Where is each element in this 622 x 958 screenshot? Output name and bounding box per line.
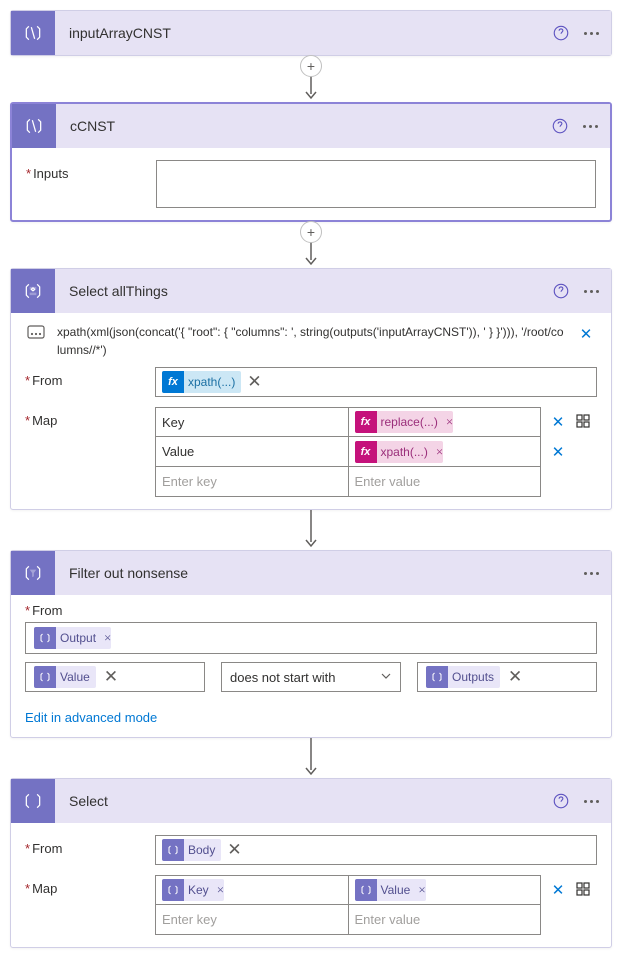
map-key-cell[interactable]: Value [155, 437, 349, 467]
fx-token-xpath[interactable]: fxxpath(...)× [355, 441, 444, 463]
advanced-mode-link[interactable]: Edit in advanced mode [11, 706, 171, 737]
card-title: cCNST [56, 118, 546, 134]
var-token-key[interactable]: Key× [162, 879, 224, 901]
fx-token-xpath[interactable]: fxxpath(...) [162, 371, 241, 393]
var-token-body[interactable]: Body [162, 839, 221, 861]
arrow-down-icon [303, 242, 319, 268]
from-field[interactable]: Output× [25, 622, 597, 654]
map-key-cell[interactable]: Key× [155, 875, 349, 905]
select-icon [11, 269, 55, 313]
help-icon[interactable] [546, 112, 574, 140]
inputs-field[interactable] [156, 160, 596, 208]
from-field[interactable]: fxxpath(...) ✕ [155, 367, 597, 397]
var-token-value[interactable]: Value× [355, 879, 426, 901]
action-card-select-allThings[interactable]: Select allThings xpath(xml(json(concat('… [10, 268, 612, 510]
filter-right-field[interactable]: Outputs ✕ [417, 662, 597, 692]
from-field[interactable]: Body ✕ [155, 835, 597, 865]
var-token-output[interactable]: Output× [34, 627, 111, 649]
more-menu[interactable] [577, 19, 605, 47]
remove-token-icon[interactable]: × [418, 882, 425, 898]
compose-icon [11, 11, 55, 55]
map-key-cell[interactable]: Key [155, 407, 349, 437]
var-token-value[interactable]: Value [34, 666, 96, 688]
more-menu[interactable] [577, 559, 605, 587]
card-title: Select allThings [55, 283, 547, 299]
help-icon[interactable] [547, 787, 575, 815]
expression-preview: xpath(xml(json(concat('{ "root": { "colu… [57, 323, 565, 359]
delete-row-icon[interactable]: ✕ [547, 879, 569, 901]
chevron-down-icon [380, 670, 392, 685]
more-menu[interactable] [577, 787, 605, 815]
from-label: From [25, 367, 155, 388]
clear-icon[interactable]: ✕ [508, 667, 522, 687]
card-title: inputArrayCNST [55, 25, 547, 41]
filter-operator-select[interactable]: does not start with [221, 662, 401, 692]
add-step-button[interactable]: + [300, 55, 322, 77]
clear-icon[interactable]: ✕ [247, 372, 261, 392]
card-title: Select [55, 793, 547, 809]
select-icon [11, 779, 55, 823]
map-value-cell[interactable]: Value× [349, 875, 542, 905]
from-label: From [25, 603, 62, 618]
from-label: From [25, 835, 155, 856]
delete-row-icon[interactable]: ✕ [547, 441, 569, 463]
var-token-outputs[interactable]: Outputs [426, 666, 500, 688]
map-label: Map [25, 407, 155, 428]
switch-mode-icon[interactable] [575, 881, 591, 900]
clear-icon[interactable]: ✕ [104, 667, 118, 687]
remove-token-icon[interactable]: × [104, 630, 111, 646]
card-title: Filter out nonsense [55, 565, 577, 581]
help-icon[interactable] [547, 19, 575, 47]
remove-token-icon[interactable]: × [446, 414, 453, 430]
filter-left-field[interactable]: Value ✕ [25, 662, 205, 692]
more-menu[interactable] [577, 277, 605, 305]
map-label: Map [25, 875, 155, 896]
delete-row-icon[interactable]: ✕ [547, 411, 569, 433]
action-card-select[interactable]: Select From Body ✕ Map Key× Value× [10, 778, 612, 948]
map-value-cell[interactable]: Enter value [349, 467, 542, 497]
add-step-button[interactable]: + [300, 221, 322, 243]
filter-icon [11, 551, 55, 595]
action-card-filter-nonsense[interactable]: Filter out nonsense From Output× Value ✕… [10, 550, 612, 738]
arrow-down-icon [303, 510, 319, 550]
arrow-down-icon [303, 738, 319, 778]
map-value-cell[interactable]: fxxpath(...)× [349, 437, 542, 467]
remove-token-icon[interactable]: × [217, 882, 224, 898]
arrow-down-icon [303, 76, 319, 102]
inputs-label: Inputs [26, 160, 156, 181]
compose-icon [12, 104, 56, 148]
map-key-cell[interactable]: Enter key [155, 905, 349, 935]
remove-token-icon[interactable]: × [436, 444, 443, 460]
action-card-inputArrayCNST[interactable]: inputArrayCNST [10, 10, 612, 56]
clear-icon[interactable]: ✕ [227, 840, 241, 860]
close-icon[interactable]: ✕ [575, 323, 597, 345]
help-icon[interactable] [547, 277, 575, 305]
more-menu[interactable] [576, 112, 604, 140]
action-card-cCNST[interactable]: cCNST Inputs [10, 102, 612, 222]
fx-token-replace[interactable]: fxreplace(...)× [355, 411, 454, 433]
map-value-cell[interactable]: fxreplace(...)× [349, 407, 542, 437]
map-value-cell[interactable]: Enter value [349, 905, 542, 935]
expression-hint-icon [25, 323, 47, 339]
switch-mode-icon[interactable] [575, 413, 591, 432]
map-key-cell[interactable]: Enter key [155, 467, 349, 497]
